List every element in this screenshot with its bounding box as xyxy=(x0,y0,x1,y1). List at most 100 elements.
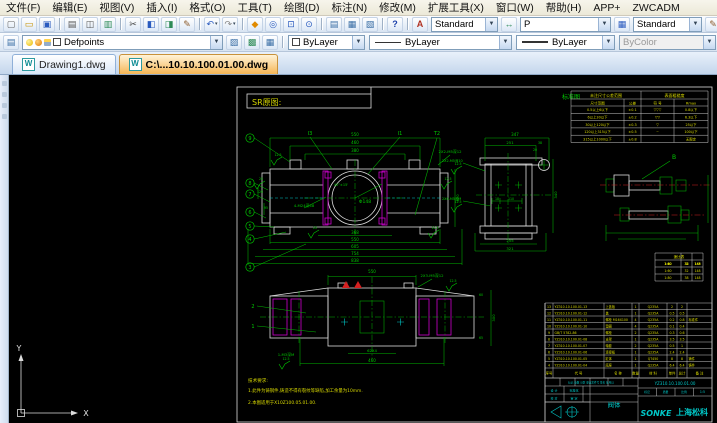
menu-item[interactable]: 插入(I) xyxy=(140,0,183,15)
dwg-text: 螺栓 M16X100 xyxy=(606,317,628,322)
dwg-text: 支架 xyxy=(606,336,613,341)
make-object-layer-current-icon[interactable]: ▨ xyxy=(226,35,242,50)
dropdown-arrow[interactable]: ▼ xyxy=(210,36,222,49)
drawing-canvas[interactable]: SR原图:标准图550460380368550605754838I3I1T2Φ1… xyxy=(0,75,717,423)
layer-lock-icon[interactable] xyxy=(44,39,51,46)
tab-current-drawing[interactable]: W C:\...10.10.100.01.00.dwg xyxy=(119,54,279,74)
dwg-text: 0.5以上6以下 xyxy=(587,107,609,112)
dwg-text: 0.4 xyxy=(679,324,684,328)
undo-button[interactable]: ↶▾ xyxy=(204,17,220,32)
dwg-text: 6.4 xyxy=(679,363,684,367)
menu-item[interactable]: 工具(T) xyxy=(232,0,278,15)
save-button[interactable]: ▣ xyxy=(39,17,55,32)
redo-button[interactable]: ↷▾ xyxy=(222,17,238,32)
mleader-style-icon[interactable]: ✎ xyxy=(705,17,717,32)
zoom-previous-button[interactable]: ⊙ xyxy=(301,17,317,32)
menu-item[interactable]: 窗口(W) xyxy=(490,0,540,15)
menu-item[interactable]: 扩展工具(X) xyxy=(422,0,490,15)
text-style-icon[interactable]: A xyxy=(412,17,428,32)
tool-palettes-button[interactable]: ▧ xyxy=(362,17,378,32)
tab-label: C:\...10.10.100.01.00.dwg xyxy=(146,59,269,71)
zoom-realtime-button[interactable]: ◎ xyxy=(265,17,281,32)
match-properties-button[interactable]: ✎ xyxy=(179,17,195,32)
print-preview-button[interactable]: ◫ xyxy=(82,17,98,32)
dropdown-arrow[interactable]: ▼ xyxy=(499,36,511,49)
dwg-text: X xyxy=(83,409,89,418)
cad-drawing[interactable]: SR原图:标准图550460380368550605754838I3I1T2Φ1… xyxy=(8,75,717,423)
dropdown-arrow[interactable]: ▾ xyxy=(215,20,218,29)
properties-icon: ▤ xyxy=(330,20,339,29)
menu-item[interactable]: APP+ xyxy=(587,2,626,14)
layer-color-swatch[interactable] xyxy=(53,38,61,46)
dropdown-arrow[interactable]: ▼ xyxy=(689,18,701,31)
dwg-text: 95 xyxy=(264,206,268,210)
tab-drawing1[interactable]: W Drawing1.dwg xyxy=(12,54,116,74)
dwg-text: 605 xyxy=(351,244,359,249)
menu-item[interactable]: ZWCADM xyxy=(626,2,685,14)
pan-button[interactable]: ◆ xyxy=(247,17,263,32)
dwg-text: 2 xyxy=(634,331,636,335)
menu-item[interactable]: 编辑(E) xyxy=(46,0,93,15)
dropdown-arrow[interactable]: ▼ xyxy=(598,18,610,31)
dwg-text: Q235A xyxy=(648,331,660,335)
dropdown-arrow[interactable]: ▾ xyxy=(233,20,236,29)
dwg-text: 材 料 xyxy=(649,371,657,376)
design-center-button[interactable]: ▦ xyxy=(344,17,360,32)
help-button[interactable]: ? xyxy=(387,17,403,32)
publish-button[interactable]: ▥ xyxy=(100,17,116,32)
menu-item[interactable]: 修改(M) xyxy=(373,0,422,15)
dwg-text: 60 xyxy=(479,293,483,297)
dwg-text: 1 xyxy=(634,337,636,341)
dropdown-arrow[interactable]: ▼ xyxy=(602,36,614,49)
layer-manager-icon[interactable]: ▤ xyxy=(3,35,19,50)
new-button[interactable]: ▢ xyxy=(3,17,19,32)
print-button[interactable]: ▤ xyxy=(64,17,80,32)
table-style-combo[interactable]: Standard ▼ xyxy=(633,17,702,32)
properties-button[interactable]: ▤ xyxy=(326,17,342,32)
dwg-text: 9 xyxy=(548,331,550,335)
menu-item[interactable]: 文件(F) xyxy=(0,0,46,15)
color-combo[interactable]: ByLayer ▼ xyxy=(288,35,365,50)
dwg-text: 未注尺寸公差范围 xyxy=(590,92,622,98)
menu-item[interactable]: 帮助(H) xyxy=(540,0,588,15)
dwg-text: ▽ xyxy=(656,123,659,127)
toolbar-separator xyxy=(199,18,200,30)
dim-style-icon[interactable]: ↔ xyxy=(501,17,517,32)
plot-style-combo: ByColor ▼ xyxy=(619,35,716,50)
menu-item[interactable]: 标注(N) xyxy=(326,0,374,15)
layer-combo[interactable]: Defpoints ▼ xyxy=(22,35,223,50)
dwg-text: 缸体 xyxy=(606,356,613,361)
layer-on-icon[interactable] xyxy=(26,39,33,46)
detail-view-b xyxy=(600,161,710,241)
layer-freeze-icon[interactable] xyxy=(35,39,42,46)
dwg-text: 上盖板 xyxy=(606,304,616,309)
dwg-text: 盖 xyxy=(606,310,610,315)
menu-item[interactable]: 绘图(D) xyxy=(278,0,326,15)
dwg-text: 公差 xyxy=(629,101,637,106)
cut-button[interactable]: ✂ xyxy=(125,17,141,32)
dwg-text: YZ310.10.100.01-11 xyxy=(555,318,588,322)
toolbar-separator xyxy=(407,18,408,30)
toolbar-separator xyxy=(321,18,322,30)
dropdown-arrow[interactable]: ▼ xyxy=(352,36,364,49)
paste-button[interactable]: ◨ xyxy=(161,17,177,32)
open-button[interactable]: ▭ xyxy=(21,17,37,32)
color-value: ByLayer xyxy=(303,37,338,48)
text-style-combo[interactable]: Standard ▼ xyxy=(431,17,498,32)
lineweight-combo[interactable]: ByLayer ▼ xyxy=(516,35,615,50)
table-style-icon[interactable]: ▦ xyxy=(614,17,630,32)
finish-mark xyxy=(271,157,282,165)
menu-item[interactable]: 格式(O) xyxy=(183,0,231,15)
menu-item[interactable]: 视图(V) xyxy=(93,0,140,15)
zoom-window-icon: ⊡ xyxy=(287,20,295,29)
dropdown-arrow[interactable]: ▼ xyxy=(485,18,497,31)
zoom-window-button[interactable]: ⊡ xyxy=(283,17,299,32)
tab-label: Drawing1.dwg xyxy=(39,59,106,71)
layer-states-icon[interactable]: ▦ xyxy=(262,35,278,50)
linetype-combo[interactable]: ByLayer ▼ xyxy=(369,35,512,50)
layer-previous-icon[interactable]: ▩ xyxy=(244,35,260,50)
dwg-text: Q235A xyxy=(648,363,660,367)
dim-style-combo[interactable]: P ▼ xyxy=(520,17,611,32)
copy-button[interactable]: ◧ xyxy=(143,17,159,32)
dwg-text: 代 号 xyxy=(575,371,583,376)
